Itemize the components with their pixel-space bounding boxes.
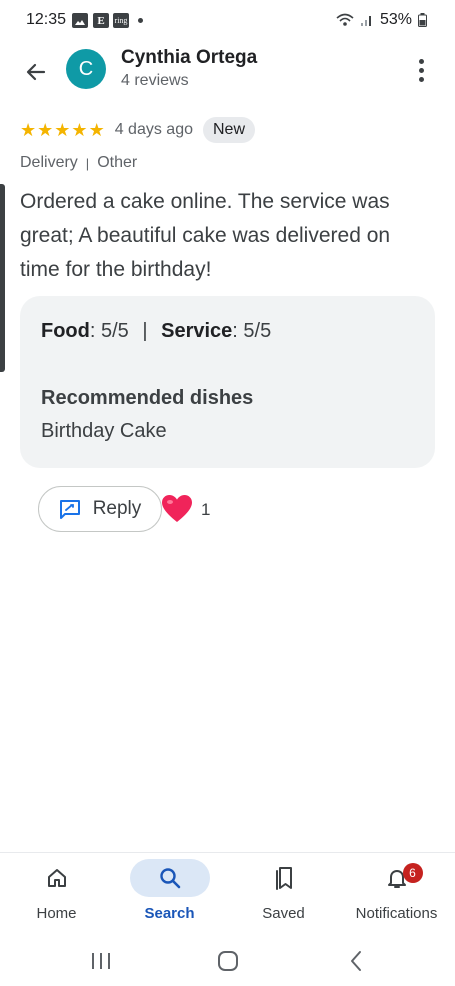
food-value: : 5/5 [89,320,129,342]
like-button[interactable] [160,493,194,525]
battery-percent: 53% [379,11,412,28]
nav-saved-label: Saved [262,905,305,922]
image-icon [72,13,88,28]
star-icon: ★ [37,120,54,140]
star-icon: ★ [71,120,88,140]
recommended-dish: Birthday Cake [41,420,167,442]
star-icon: ★ [54,120,71,140]
scroll-indicator[interactable] [0,184,5,372]
service-label: Service [161,320,233,342]
reviewer-name[interactable]: Cynthia Ortega [121,47,257,69]
status-bar: 12:35 E ring 53% [0,0,455,42]
e-news-icon: E [93,13,109,28]
tag-delivery: Delivery [20,154,78,171]
review-text: Ordered a cake online. The service was g… [20,190,391,281]
tag-separator: | [85,155,90,171]
more-dot-icon [418,67,424,73]
saved-icon [275,867,292,890]
ratings-card: Food: 5/5 | Service: 5/5 Recommended dis… [20,296,435,468]
star-icon: ★ [20,120,37,140]
more-options-button[interactable] [409,56,433,84]
review-header: C Cynthia Ortega 4 reviews [0,42,455,104]
recommended-dishes-title: Recommended dishes [41,387,254,409]
back-arrow-icon [26,63,46,81]
rating-row: ★ ★ ★ ★ ★ 4 days ago New [20,116,255,144]
nav-notifications-label: Notifications [355,905,438,922]
review-date: 4 days ago [114,121,193,138]
nav-home[interactable]: Home [0,859,113,931]
nav-saved[interactable]: Saved [227,859,340,931]
search-icon [159,868,180,889]
nav-search[interactable]: Search [113,859,226,931]
back-button[interactable] [20,56,52,88]
food-label: Food [41,320,90,342]
like-count: 1 [201,500,211,519]
bottom-nav: Home Search Saved 6 Notifications [0,852,455,937]
status-time: 12:35 [26,11,67,28]
star-icon: ★ [88,120,105,140]
tag-other: Other [97,154,138,171]
ratings-line: Food: 5/5 | Service: 5/5 [41,320,271,343]
service-value: : 5/5 [232,320,272,342]
system-nav [0,936,455,986]
review-count: 4 reviews [121,72,189,89]
nav-home-label: Home [36,905,77,922]
recents-icon [92,953,110,969]
more-dot-icon [418,58,424,64]
recents-button[interactable] [81,944,121,978]
nav-search-label: Search [144,905,195,922]
new-badge: New [202,117,255,143]
more-dot-icon [418,76,424,82]
notification-badge: 6 [402,863,423,883]
wifi-icon [336,13,354,26]
star-rating: ★ ★ ★ ★ ★ [20,121,105,139]
reply-button[interactable]: Reply [38,486,162,532]
nav-notifications[interactable]: 6 Notifications [340,859,453,931]
back-chevron-icon [351,951,361,971]
signal-icon [360,16,371,26]
review-tags: Delivery | Other [20,154,137,172]
home-icon [47,869,66,887]
system-home-button[interactable] [208,944,248,978]
home-circle-icon [218,951,238,971]
reply-label: Reply [92,498,142,519]
heart-icon [162,495,192,522]
dot-indicator [138,18,143,23]
reply-icon [59,500,80,519]
ring-app-icon: ring [113,13,129,28]
status-right: 53% [336,11,427,29]
ratings-separator: | [142,320,148,342]
battery-icon [418,13,427,27]
avatar[interactable]: C [66,49,106,89]
system-back-button[interactable] [336,944,376,978]
